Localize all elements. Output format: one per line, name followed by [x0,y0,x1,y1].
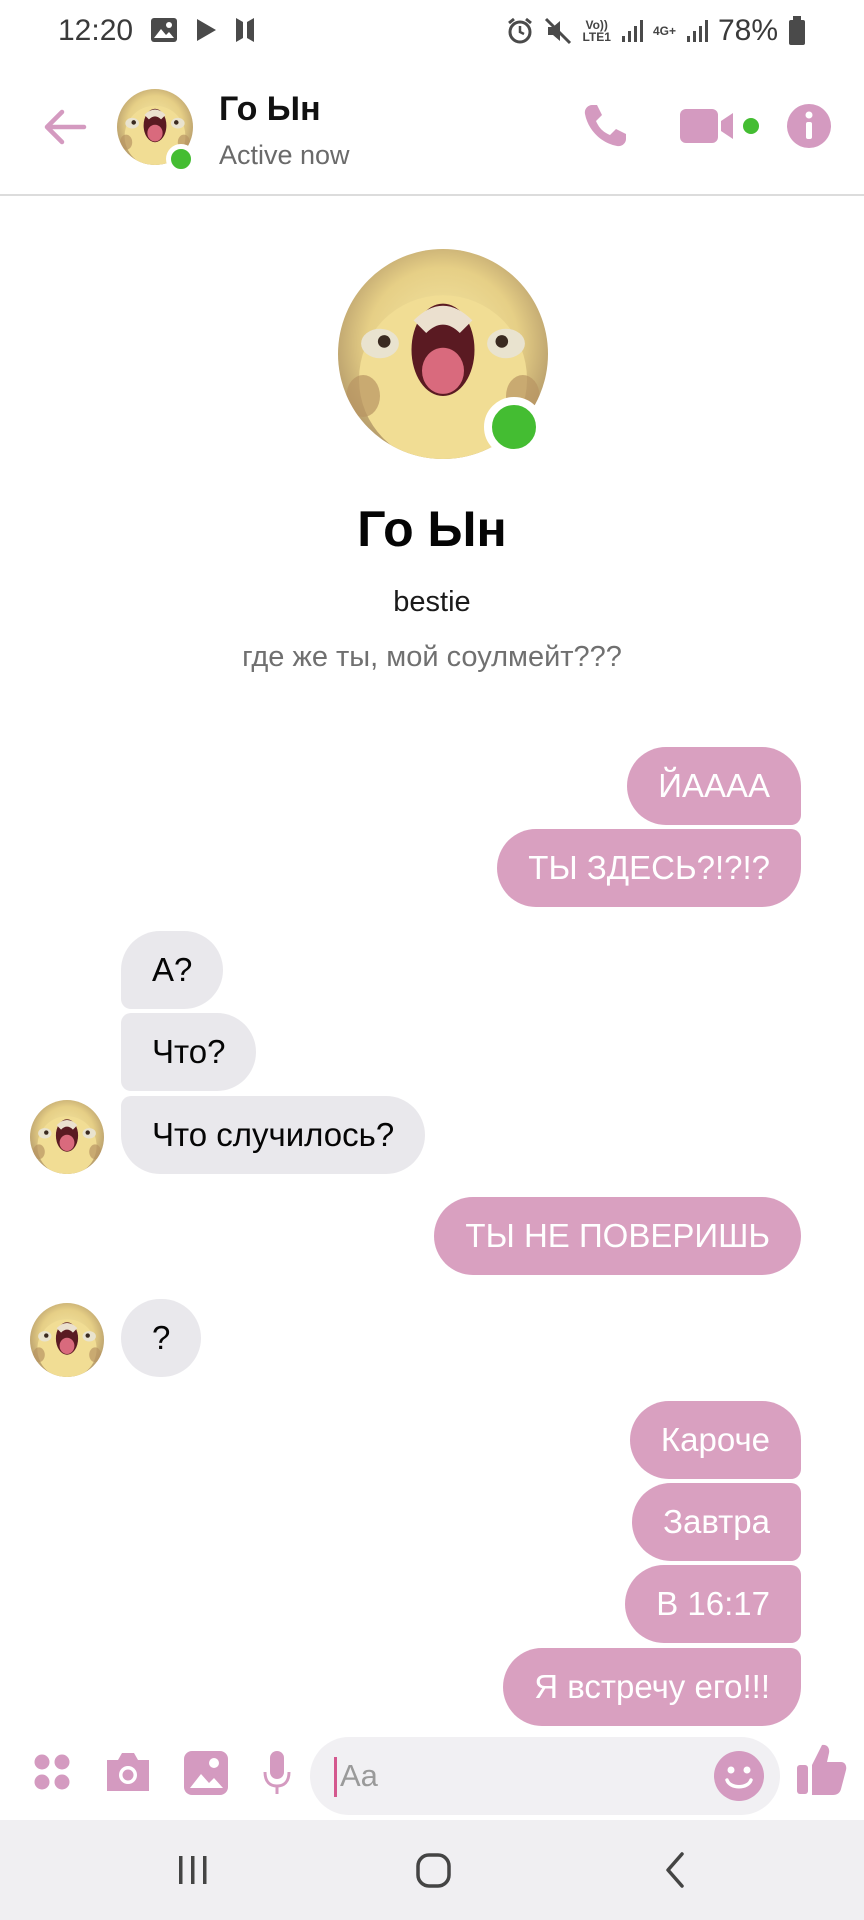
camera-icon[interactable] [103,1750,153,1794]
volte-indicator: Vo)) LTE1 [582,18,611,44]
thumbs-up-icon[interactable] [795,1741,847,1797]
conversation-header: Го Ын Active now [0,64,864,196]
contact-name[interactable]: Го Ын [219,90,321,129]
sender-avatar-image [30,1303,104,1377]
home-icon[interactable] [414,1850,454,1890]
emoji-icon[interactable] [712,1749,766,1803]
video-camera-icon[interactable] [679,101,761,151]
message-outgoing[interactable]: ТЫ ЗДЕСЬ?!?!? [497,829,801,907]
profile-bio: где же ты, мой соулмейт??? [242,641,622,673]
status-system-icons: Vo)) LTE1 4G+ 78% [506,14,806,48]
battery-percent: 78% [717,14,778,47]
apps-icon[interactable] [32,1750,72,1794]
alarm-icon [508,17,533,44]
signal-icon-1 [621,20,643,42]
message-outgoing[interactable]: Кароче [629,1401,801,1479]
microphone-icon[interactable] [262,1750,292,1796]
message-input[interactable] [340,1737,700,1815]
gallery-icon[interactable] [183,1750,229,1796]
contact-status: Active now [219,140,350,170]
mute-icon [545,17,572,45]
app-notification-icon [236,18,254,42]
message-incoming[interactable]: Что случилось? [121,1096,426,1174]
message-incoming[interactable]: Что? [121,1013,257,1091]
message-sender-avatar[interactable] [30,1303,104,1377]
message-outgoing[interactable]: Я встречу его!!! [503,1648,801,1726]
info-icon[interactable] [785,101,833,151]
message-composer [0,1735,864,1819]
signal-icon-2 [686,20,708,42]
message-input-container[interactable] [310,1737,780,1815]
message-outgoing[interactable]: ТЫ НЕ ПОВЕРИШЬ [434,1197,801,1275]
message-outgoing[interactable]: Завтра [632,1483,801,1561]
status-bar: 12:20 Vo)) LTE1 4G+ 78% [0,0,864,64]
message-incoming[interactable]: ? [121,1299,202,1377]
recent-apps-icon[interactable] [175,1850,211,1890]
profile-name: Го Ын [357,501,507,557]
profile-nickname: bestie [393,586,471,618]
text-caret [334,1757,337,1797]
back-arrow-icon[interactable] [40,102,90,152]
message-outgoing[interactable]: В 16:17 [625,1565,801,1643]
status-time: 12:20 [58,14,134,47]
sender-avatar-image [30,1100,104,1174]
online-indicator [166,144,196,174]
battery-icon [789,16,805,45]
network-type: 4G+ [652,24,676,38]
system-navigation-bar [0,1820,864,1920]
status-notification-icons [150,16,256,44]
back-nav-icon[interactable] [660,1850,690,1890]
message-sender-avatar[interactable] [30,1100,104,1174]
play-notification-icon [197,19,216,41]
message-outgoing[interactable]: ЙАААА [627,747,801,825]
message-incoming[interactable]: А? [121,931,224,1009]
gallery-notification-icon [151,18,177,42]
phone-icon[interactable] [580,101,630,151]
profile-online-indicator [484,397,544,457]
